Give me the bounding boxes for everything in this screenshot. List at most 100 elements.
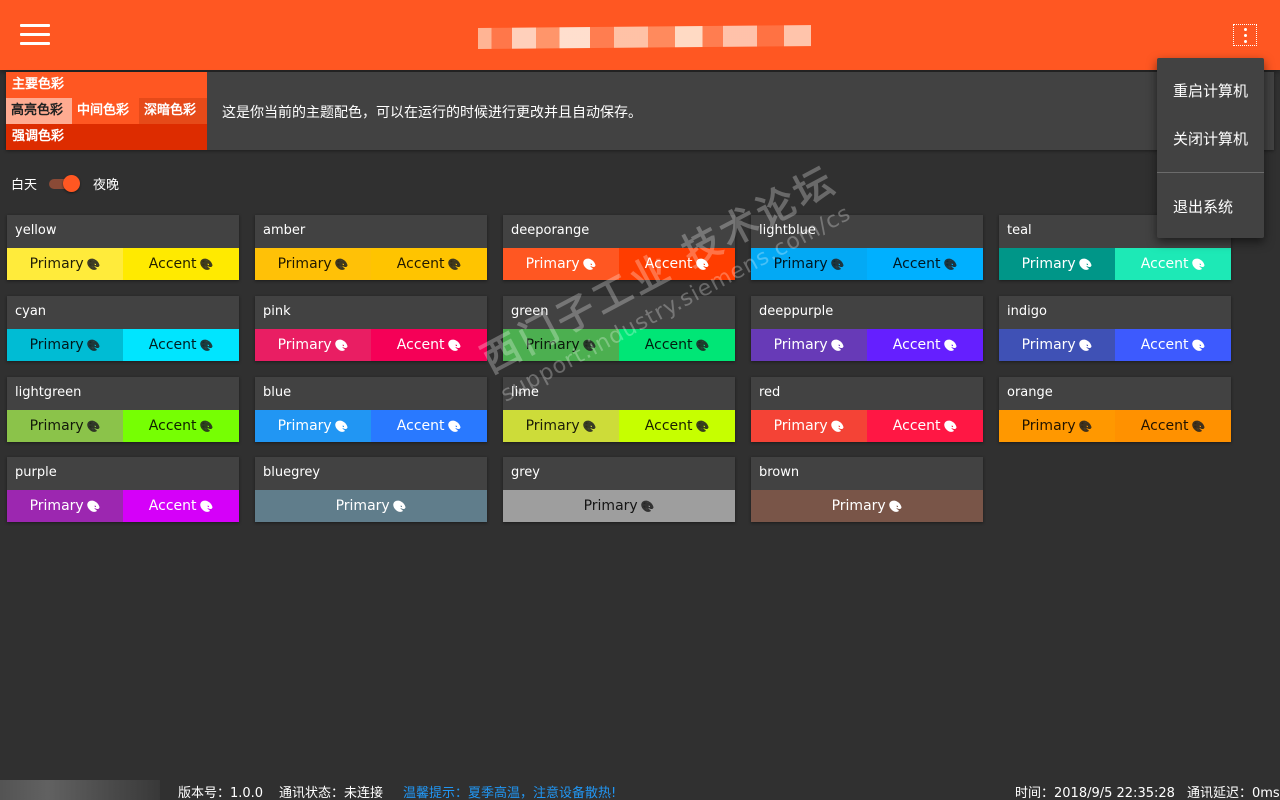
- primary-button[interactable]: Primary 🎨: [751, 490, 983, 522]
- theme-description: 这是你当前的主题配色，可以在运行的时候进行更改并且自动保存。: [222, 105, 642, 121]
- accent-button[interactable]: Accent 🎨: [619, 410, 735, 442]
- palette-icon: 🎨: [582, 257, 597, 271]
- primary-button[interactable]: Primary 🎨: [255, 490, 487, 522]
- toggle-thumb[interactable]: [63, 175, 81, 192]
- accent-button[interactable]: Accent 🎨: [371, 329, 487, 361]
- swatch-name: orange: [1007, 385, 1053, 400]
- menu-divider: [1157, 172, 1264, 173]
- swatch-name: grey: [511, 465, 541, 480]
- palette-icon: 🎨: [830, 257, 845, 271]
- palette-icon: 🎨: [447, 419, 462, 433]
- accent-label: Accent: [644, 337, 693, 353]
- primary-label: Primary: [831, 498, 886, 514]
- day-night-toggle[interactable]: [49, 175, 81, 192]
- palette-icon: 🎨: [1078, 419, 1093, 433]
- palette-icon: 🎨: [695, 338, 710, 352]
- accent-button[interactable]: Accent 🎨: [1115, 410, 1231, 442]
- accent-button[interactable]: Accent 🎨: [867, 329, 983, 361]
- palette-icon: 🎨: [1078, 338, 1093, 352]
- primary-button[interactable]: Primary 🎨: [503, 329, 619, 361]
- swatch-medium: 中间色彩: [72, 98, 139, 124]
- palette-icon: 🎨: [582, 419, 597, 433]
- swatch-buttons: Primary 🎨 Accent 🎨: [999, 248, 1231, 280]
- swatch-name: deeporange: [511, 223, 590, 238]
- primary-label: Primary: [525, 418, 580, 434]
- accent-label: Accent: [644, 256, 693, 272]
- primary-button[interactable]: Primary 🎨: [7, 329, 123, 361]
- palette-icon: 🎨: [334, 419, 349, 433]
- swatch-name: brown: [759, 465, 800, 480]
- primary-button[interactable]: Primary 🎨: [7, 410, 123, 442]
- menu-item-restart[interactable]: 重启计算机: [1173, 80, 1248, 101]
- swatch-buttons: Primary 🎨 Accent 🎨: [503, 329, 735, 361]
- primary-button[interactable]: Primary 🎨: [751, 329, 867, 361]
- swatch-card-brown: brown Primary 🎨: [751, 457, 983, 522]
- swatch-dark: 深暗色彩: [139, 98, 207, 124]
- primary-button[interactable]: Primary 🎨: [255, 329, 371, 361]
- primary-button[interactable]: Primary 🎨: [999, 410, 1115, 442]
- accent-button[interactable]: Accent 🎨: [123, 410, 239, 442]
- hamburger-menu-icon[interactable]: [20, 24, 50, 46]
- accent-button[interactable]: Accent 🎨: [867, 248, 983, 280]
- accent-button[interactable]: Accent 🎨: [1115, 248, 1231, 280]
- primary-label: Primary: [773, 418, 828, 434]
- swatch-name: lightgreen: [15, 385, 82, 400]
- primary-button[interactable]: Primary 🎨: [503, 410, 619, 442]
- accent-button[interactable]: Accent 🎨: [619, 329, 735, 361]
- swatch-buttons: Primary 🎨: [255, 490, 487, 522]
- palette-icon: 🎨: [830, 338, 845, 352]
- primary-label: Primary: [277, 418, 332, 434]
- swatch-shades: 高亮色彩 中间色彩 深暗色彩: [6, 98, 207, 124]
- swatch-buttons: Primary 🎨 Accent 🎨: [751, 248, 983, 280]
- accent-button[interactable]: Accent 🎨: [619, 248, 735, 280]
- primary-button[interactable]: Primary 🎨: [255, 248, 371, 280]
- accent-label: Accent: [892, 337, 941, 353]
- swatch-buttons: Primary 🎨 Accent 🎨: [751, 410, 983, 442]
- accent-button[interactable]: Accent 🎨: [123, 490, 239, 522]
- palette-icon: 🎨: [392, 499, 407, 513]
- palette-icon: 🎨: [447, 257, 462, 271]
- accent-button[interactable]: Accent 🎨: [123, 248, 239, 280]
- swatch-card-amber: amber Primary 🎨 Accent 🎨: [255, 215, 487, 280]
- more-vertical-icon[interactable]: [1233, 24, 1257, 46]
- overflow-menu: 重启计算机 关闭计算机 退出系统: [1157, 58, 1264, 238]
- palette-icon: 🎨: [1191, 419, 1206, 433]
- swatch-buttons: Primary 🎨 Accent 🎨: [999, 410, 1231, 442]
- palette-icon: 🎨: [334, 257, 349, 271]
- swatch-card-deeppurple: deeppurple Primary 🎨 Accent 🎨: [751, 296, 983, 361]
- accent-button[interactable]: Accent 🎨: [123, 329, 239, 361]
- primary-button[interactable]: Primary 🎨: [7, 248, 123, 280]
- palette-icon: 🎨: [334, 338, 349, 352]
- accent-label: Accent: [892, 418, 941, 434]
- accent-button[interactable]: Accent 🎨: [1115, 329, 1231, 361]
- palette-icon: 🎨: [86, 419, 101, 433]
- swatch-card-yellow: yellow Primary 🎨 Accent 🎨: [7, 215, 239, 280]
- swatch-name: indigo: [1007, 304, 1047, 319]
- swatch-name: teal: [1007, 223, 1032, 238]
- palette-icon: 🎨: [943, 257, 958, 271]
- swatch-name: bluegrey: [263, 465, 321, 480]
- swatch-buttons: Primary 🎨 Accent 🎨: [7, 248, 239, 280]
- primary-button[interactable]: Primary 🎨: [999, 248, 1115, 280]
- primary-button[interactable]: Primary 🎨: [7, 490, 123, 522]
- primary-button[interactable]: Primary 🎨: [503, 248, 619, 280]
- swatch-buttons: Primary 🎨 Accent 🎨: [999, 329, 1231, 361]
- primary-button[interactable]: Primary 🎨: [751, 248, 867, 280]
- palette-icon: 🎨: [582, 338, 597, 352]
- accent-button[interactable]: Accent 🎨: [371, 248, 487, 280]
- primary-button[interactable]: Primary 🎨: [503, 490, 735, 522]
- time-text: 时间：2018/9/5 22:35:28: [1015, 786, 1175, 800]
- accent-label: Accent: [1140, 337, 1189, 353]
- accent-button[interactable]: Accent 🎨: [867, 410, 983, 442]
- primary-button[interactable]: Primary 🎨: [999, 329, 1115, 361]
- accent-button[interactable]: Accent 🎨: [371, 410, 487, 442]
- primary-button[interactable]: Primary 🎨: [751, 410, 867, 442]
- swatch-card-deeporange: deeporange Primary 🎨 Accent 🎨: [503, 215, 735, 280]
- menu-item-shutdown[interactable]: 关闭计算机: [1173, 128, 1248, 149]
- primary-label: Primary: [29, 337, 84, 353]
- primary-button[interactable]: Primary 🎨: [255, 410, 371, 442]
- current-theme-panel: 主要色彩 高亮色彩 中间色彩 深暗色彩 强调色彩 这是你当前的主题配色，可以在运…: [6, 72, 1274, 150]
- primary-label: Primary: [277, 337, 332, 353]
- menu-item-exit[interactable]: 退出系统: [1173, 196, 1233, 217]
- palette-icon: 🎨: [86, 499, 101, 513]
